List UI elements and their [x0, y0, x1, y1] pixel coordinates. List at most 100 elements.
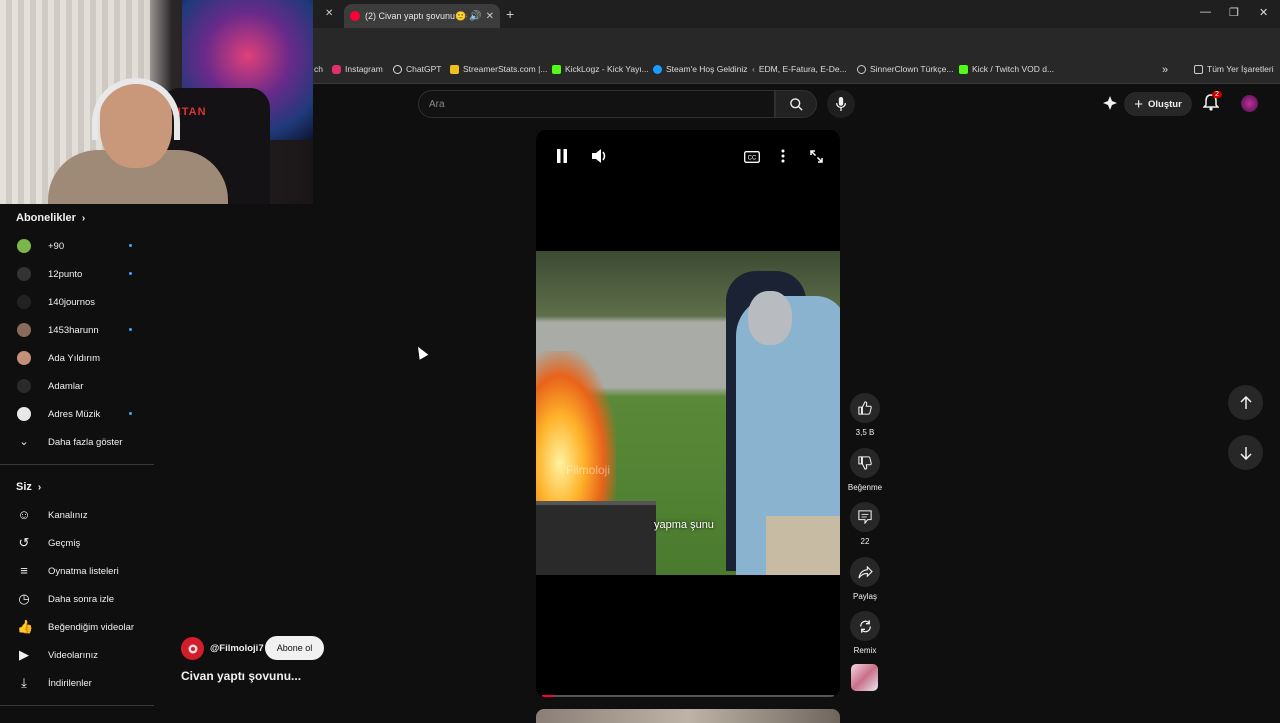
upload-star-icon[interactable]: [1102, 95, 1118, 111]
you-item[interactable]: 👍 Beğendiğim videolar: [0, 613, 154, 641]
close-tab-icon[interactable]: ✕: [486, 11, 494, 22]
channel-name[interactable]: @Filmoloji7: [210, 643, 264, 654]
search-box[interactable]: [418, 90, 775, 118]
next-video-button[interactable]: [1228, 435, 1263, 470]
share-action[interactable]: Paylaş: [850, 557, 880, 601]
previous-video-button[interactable]: [1228, 385, 1263, 420]
subscriptions-header[interactable]: Abonelikler ›: [16, 212, 85, 224]
like-action[interactable]: 3,5 B: [850, 393, 880, 437]
subscription-item[interactable]: +90: [0, 232, 154, 260]
video-icon: ▶: [19, 647, 29, 662]
minimize-icon[interactable]: —: [1200, 6, 1211, 18]
mouse-cursor-icon: [413, 344, 429, 360]
bookmark-label: Kick / Twitch VOD d...: [972, 64, 1055, 74]
bookmark-label: Steam'e Hoş Geldiniz: [666, 64, 748, 74]
like-button[interactable]: [850, 393, 880, 423]
you-item[interactable]: ☺ Kanalınız: [0, 501, 154, 529]
subscription-item[interactable]: 1453harunn: [0, 316, 154, 344]
comment-count: 22: [860, 537, 870, 546]
all-bookmarks-folder[interactable]: Tüm Yer İşaretleri: [1194, 64, 1274, 74]
share-button[interactable]: [850, 557, 880, 587]
create-button[interactable]: + Oluştur: [1124, 92, 1192, 116]
restore-icon[interactable]: ❐: [1229, 6, 1239, 19]
new-tab-icon[interactable]: +: [506, 6, 514, 22]
bookmark-item[interactable]: ch: [314, 64, 323, 74]
bookmark-item[interactable]: KickLogz - Kick Yayı...: [552, 64, 649, 74]
shorts-player[interactable]: CC Filmoloji yapma şunu: [536, 130, 840, 697]
subscribe-button[interactable]: Abone ol: [265, 636, 324, 660]
bookmark-label: SinnerClown Türkçe...: [870, 64, 954, 74]
channel-avatar: [17, 351, 31, 365]
bookmark-item[interactable]: Kick / Twitch VOD d...: [959, 64, 1054, 74]
chatgpt-icon: [393, 64, 402, 74]
notifications-button[interactable]: 2: [1202, 91, 1222, 112]
chevron-down-icon: ⌄: [19, 436, 29, 448]
captions-icon[interactable]: CC: [744, 150, 760, 166]
audio-source-thumbnail[interactable]: [851, 664, 878, 691]
fullscreen-icon[interactable]: [810, 150, 823, 166]
dislike-action[interactable]: Beğenme: [848, 448, 882, 492]
speaker-icon[interactable]: 🔊: [469, 11, 481, 22]
bookmark-item[interactable]: ChatGPT: [393, 64, 441, 74]
video-subtitle: yapma şunu: [654, 519, 714, 531]
bookmark-label: EDM, E-Fatura, E-De...: [758, 64, 847, 74]
you-item[interactable]: ⤓ İndirilenler: [0, 669, 154, 697]
you-item[interactable]: ≡ Oynatma listeleri: [0, 557, 154, 585]
close-window-icon[interactable]: ✕: [1259, 6, 1268, 19]
subscription-name: Adamlar: [48, 380, 84, 392]
bookmark-item[interactable]: Instagram: [332, 64, 383, 74]
comments-action[interactable]: 22: [850, 502, 880, 546]
subscription-name: +90: [48, 240, 65, 252]
pause-icon[interactable]: [556, 149, 568, 166]
video-title[interactable]: Civan yaptı şovunu...: [181, 669, 301, 683]
bookmark-item[interactable]: SinnerClown Türkçe...: [857, 64, 953, 74]
account-avatar[interactable]: [1241, 95, 1258, 112]
notification-badge: 2: [1212, 91, 1222, 98]
channel-logo-icon: [188, 644, 197, 653]
search-button[interactable]: [775, 90, 817, 118]
dislike-button[interactable]: [850, 448, 880, 478]
progress-bar[interactable]: [542, 695, 834, 697]
channel-avatar: [17, 239, 31, 253]
subscription-item[interactable]: 140journos: [0, 288, 154, 316]
thumbs-down-icon: [858, 456, 872, 470]
volume-icon[interactable]: [592, 149, 608, 166]
channel-avatar: [17, 323, 31, 337]
subscription-name: Ada Yıldırım: [48, 352, 101, 364]
you-item-label: Kanalınız: [48, 509, 88, 521]
new-content-dot: [129, 244, 132, 247]
voice-search-button[interactable]: [827, 90, 855, 118]
you-header[interactable]: Siz ›: [16, 481, 41, 493]
subscription-item[interactable]: Ada Yıldırım: [0, 344, 154, 372]
you-item[interactable]: ◷ Daha sonra izle: [0, 585, 154, 613]
bookmark-item[interactable]: Steam'e Hoş Geldiniz: [653, 64, 747, 74]
browser-tab-active[interactable]: (2) Civan yaptı şovunu🙂#... 🔊 ✕: [344, 4, 500, 28]
you-item[interactable]: ↺ Geçmiş: [0, 529, 154, 557]
next-short-thumbnail[interactable]: [536, 709, 840, 723]
you-item[interactable]: ▶ Videolarınız: [0, 641, 154, 669]
remix-icon: [859, 619, 871, 633]
man-beige-pants: [766, 516, 840, 575]
you-item-label: Oynatma listeleri: [48, 565, 119, 577]
channel-avatar[interactable]: [181, 637, 204, 660]
remix-action[interactable]: Remix: [850, 611, 880, 655]
comments-button[interactable]: [850, 502, 880, 532]
comment-icon: [858, 510, 872, 524]
bookmark-item[interactable]: StreamerStats.com |...: [450, 64, 547, 74]
share-icon: [857, 565, 873, 578]
chevron-right-icon: ›: [81, 212, 86, 224]
more-options-icon[interactable]: [781, 149, 785, 166]
subscription-item[interactable]: 12punto: [0, 260, 154, 288]
svg-text:CC: CC: [748, 156, 757, 162]
you-item-label: İndirilenler: [48, 677, 92, 689]
close-tab-icon[interactable]: ✕: [325, 8, 333, 19]
bookmark-item[interactable]: ‹ EDM, E-Fatura, E-De...: [752, 64, 847, 74]
instagram-icon: [332, 64, 341, 74]
subscription-item[interactable]: Adamlar: [0, 372, 154, 400]
show-more-button[interactable]: ⌄ Daha fazla göster: [0, 428, 154, 456]
bookmarks-overflow-icon[interactable]: »: [1162, 64, 1168, 76]
subscription-item[interactable]: Adres Müzik: [0, 400, 154, 428]
bookmark-label: KickLogz - Kick Yayı...: [565, 64, 649, 74]
search-input[interactable]: [419, 91, 759, 117]
remix-button[interactable]: [850, 611, 880, 641]
